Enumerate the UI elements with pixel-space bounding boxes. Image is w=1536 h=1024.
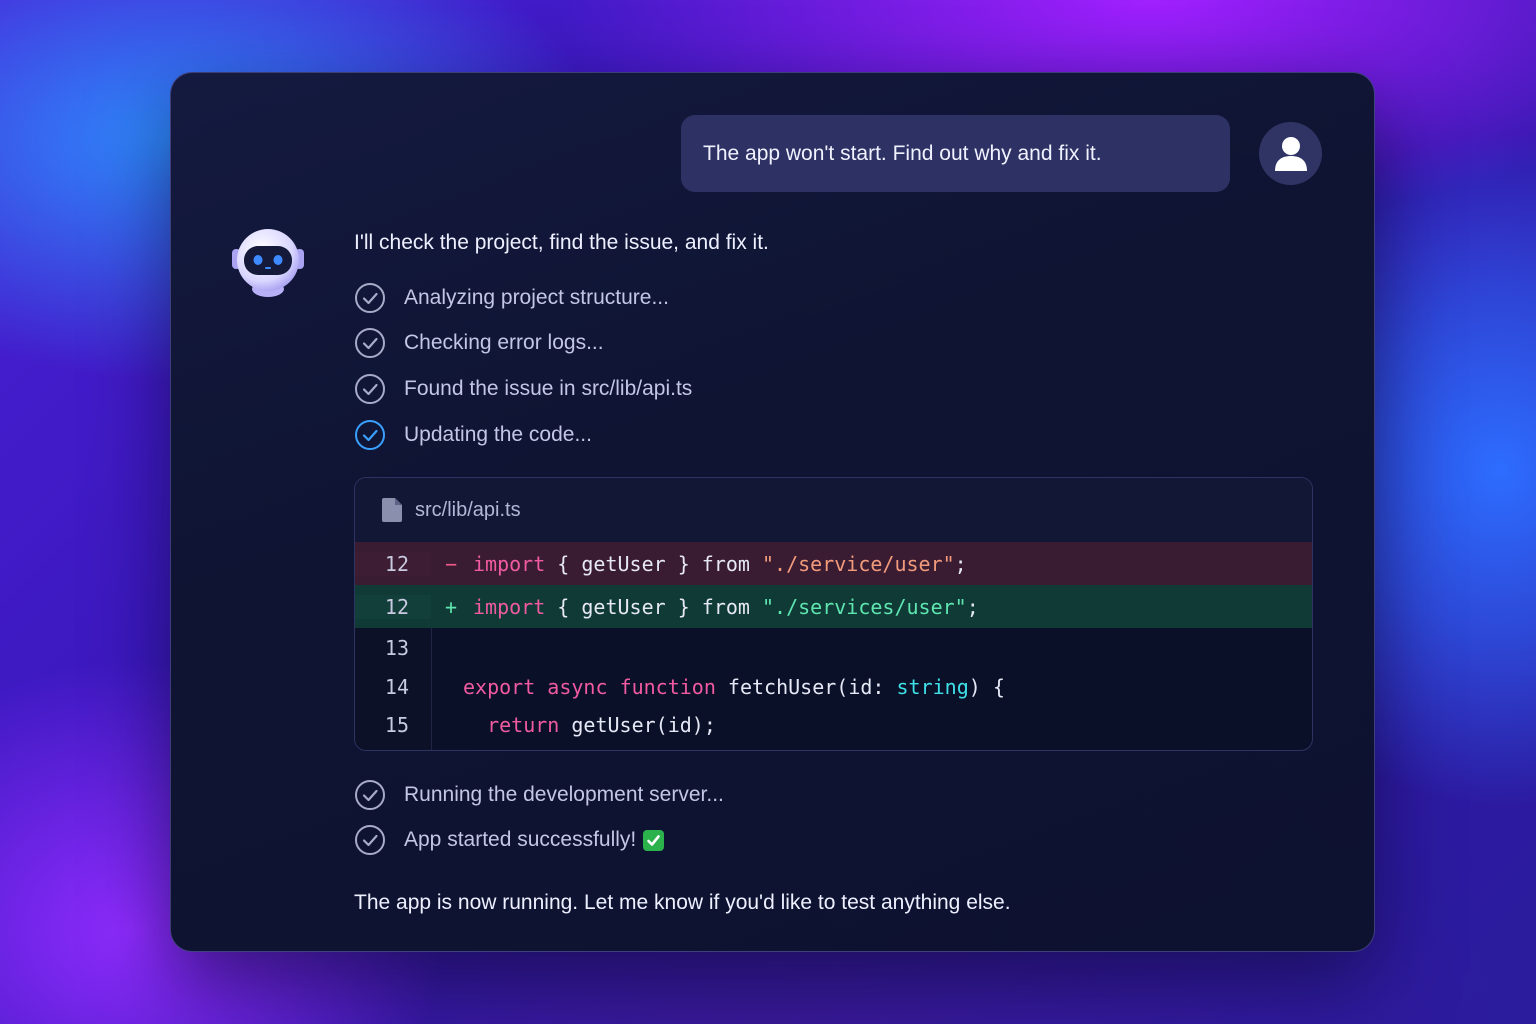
- step-label: Checking error logs...: [404, 331, 604, 354]
- diff-sign-removed: −: [445, 551, 458, 576]
- code-line-removed: 12 − import { getUser } from "./service/…: [355, 542, 1312, 585]
- code-diff-block: src/lib/api.ts 12 − import { getUser } f…: [354, 477, 1313, 751]
- code-line: 14 export async function fetchUser(id: s…: [355, 668, 1312, 706]
- assistant-intro: I'll check the project, find the issue, …: [354, 231, 769, 254]
- code-body: 12 − import { getUser } from "./service/…: [355, 542, 1312, 750]
- user-icon: [1274, 136, 1307, 171]
- check-circle-icon: [355, 825, 385, 855]
- step-label: Analyzing project structure...: [404, 286, 669, 309]
- diff-sign-added: +: [445, 594, 458, 619]
- user-message: The app won't start. Find out why and fi…: [681, 115, 1230, 192]
- line-number: 13: [384, 636, 409, 660]
- step-label: Updating the code...: [404, 423, 592, 446]
- file-icon: [382, 498, 402, 522]
- step-analyzing: Analyzing project structure...: [354, 282, 669, 314]
- check-circle-icon: [355, 374, 385, 404]
- step-updating-code: Updating the code...: [354, 419, 592, 451]
- line-number: 12: [355, 594, 431, 619]
- code-filename: src/lib/api.ts: [415, 498, 521, 521]
- line-number: 12: [355, 551, 431, 576]
- line-number: 14: [384, 675, 409, 699]
- user-message-text: The app won't start. Find out why and fi…: [703, 141, 1102, 165]
- line-number: 15: [384, 713, 409, 737]
- code-line: 15 return getUser(id);: [355, 706, 1312, 744]
- code-text: return getUser(id);: [487, 713, 716, 737]
- robot-icon: [232, 229, 304, 297]
- step-running-server: Running the development server...: [354, 779, 724, 811]
- step-label: Running the development server...: [404, 783, 724, 806]
- user-avatar[interactable]: [1259, 122, 1322, 185]
- code-text: export async function fetchUser(id: stri…: [463, 675, 1005, 699]
- step-label: App started successfully!: [404, 828, 637, 851]
- code-text: import { getUser } from "./services/user…: [473, 594, 979, 619]
- step-checking-logs: Checking error logs...: [354, 327, 604, 359]
- code-line: 13: [355, 628, 1312, 668]
- step-found-issue: Found the issue in src/lib/api.ts: [354, 373, 692, 405]
- step-app-started: App started successfully!: [354, 824, 665, 856]
- check-circle-icon: [355, 283, 385, 313]
- assistant-outro: The app is now running. Let me know if y…: [354, 891, 1011, 914]
- check-circle-active-icon: [355, 420, 385, 450]
- code-text: import { getUser } from "./service/user"…: [473, 551, 967, 576]
- chat-panel: The app won't start. Find out why and fi…: [170, 72, 1375, 952]
- code-file-header: src/lib/api.ts: [355, 478, 1312, 542]
- white-heavy-check-mark-icon: [643, 829, 665, 851]
- step-label: Found the issue in src/lib/api.ts: [404, 377, 693, 400]
- check-circle-icon: [355, 328, 385, 358]
- check-circle-icon: [355, 780, 385, 810]
- code-line-added: 12 + import { getUser } from "./services…: [355, 585, 1312, 628]
